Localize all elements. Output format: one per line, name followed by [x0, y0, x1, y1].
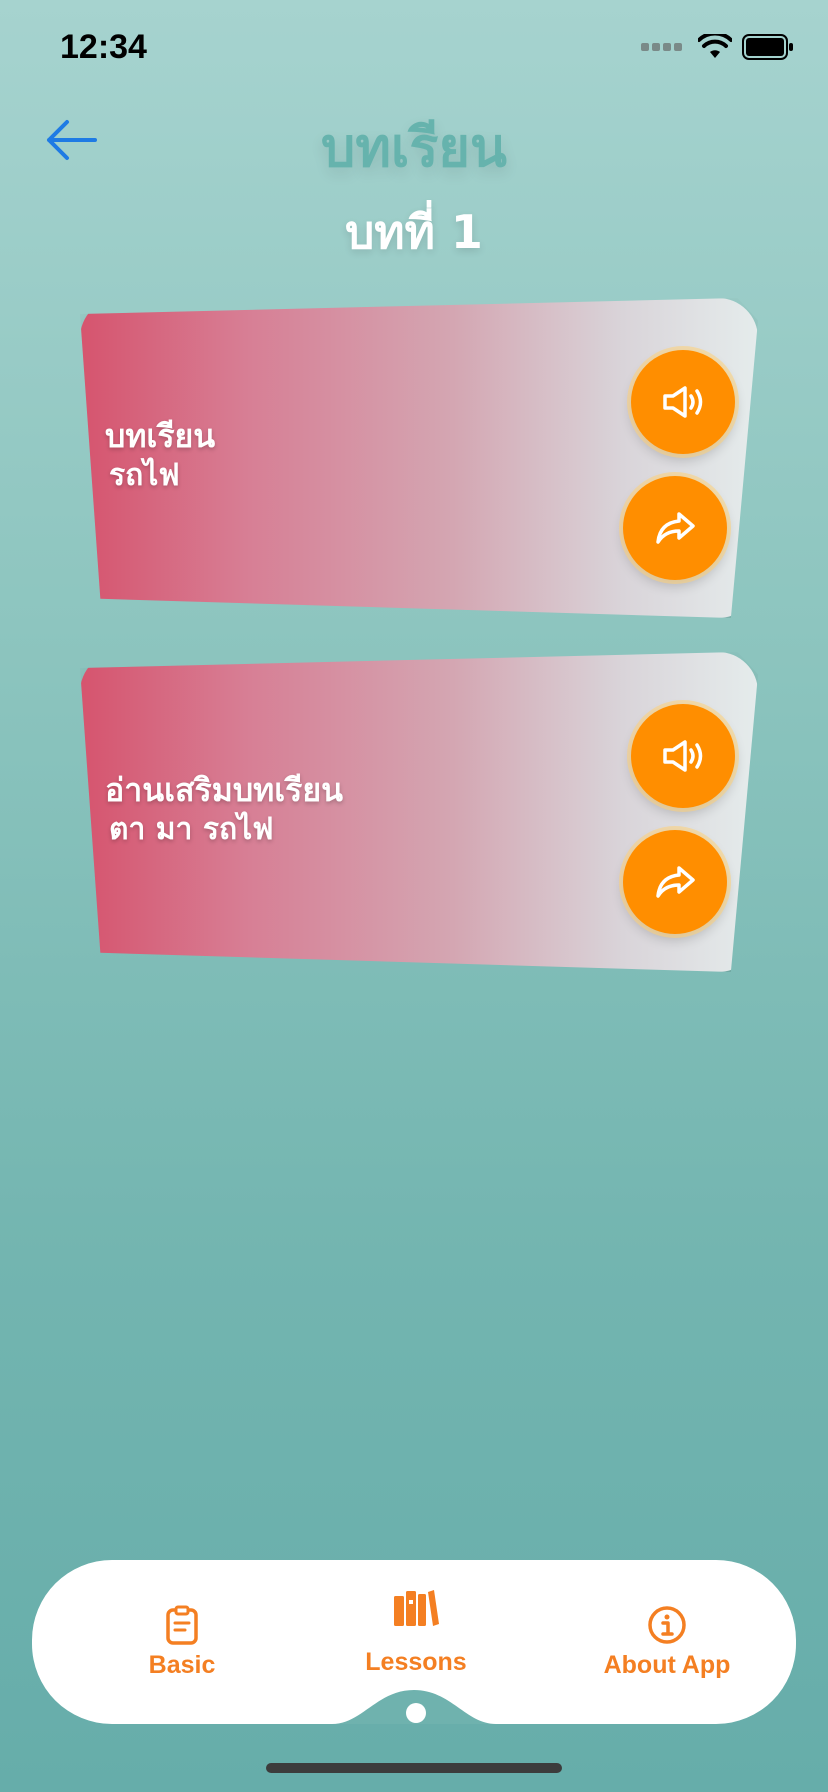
card-text: อ่านเสริมบทเรียน ตา มา รถไฟ [105, 770, 343, 850]
tab-bar: Basic Lessons About App [32, 1560, 796, 1724]
lesson-card[interactable]: อ่านเสริมบทเรียน ตา มา รถไฟ [80, 652, 758, 972]
signal-icon [641, 43, 682, 51]
battery-icon [742, 34, 793, 60]
share-arrow-icon [656, 512, 695, 544]
tab-basic[interactable]: Basic [102, 1560, 262, 1724]
lesson-card[interactable]: บทเรียน รถไฟ [80, 298, 758, 618]
tab-label: About App [603, 1650, 731, 1679]
tab-label: Basic [148, 1650, 216, 1679]
page-title: บทเรียน [321, 116, 507, 179]
tab-about-app[interactable]: About App [572, 1560, 762, 1724]
card-text: บทเรียน รถไฟ [105, 416, 215, 496]
speaker-icon [663, 386, 703, 418]
page-subtitle: บทที่ 1 [345, 205, 483, 259]
speaker-icon [663, 740, 703, 772]
card-title: บทเรียน [105, 417, 216, 455]
wifi-icon [698, 34, 732, 58]
play-audio-button[interactable] [631, 350, 735, 454]
card-subtitle: รถไฟ [109, 458, 180, 493]
books-icon [394, 1590, 439, 1626]
clipboard-icon [166, 1605, 198, 1645]
home-indicator [266, 1763, 562, 1773]
tab-lessons[interactable]: Lessons [332, 1560, 500, 1724]
tab-label: Lessons [365, 1648, 467, 1676]
play-audio-button[interactable] [631, 704, 735, 808]
open-lesson-button[interactable] [623, 476, 727, 580]
card-subtitle: ตา มา รถไฟ [109, 812, 274, 847]
info-icon [648, 1605, 686, 1644]
share-arrow-icon [656, 866, 695, 898]
status-icons [641, 34, 794, 60]
status-time: 12:34 [60, 28, 147, 66]
open-lesson-button[interactable] [623, 830, 727, 934]
card-title: อ่านเสริมบทเรียน [105, 771, 343, 809]
